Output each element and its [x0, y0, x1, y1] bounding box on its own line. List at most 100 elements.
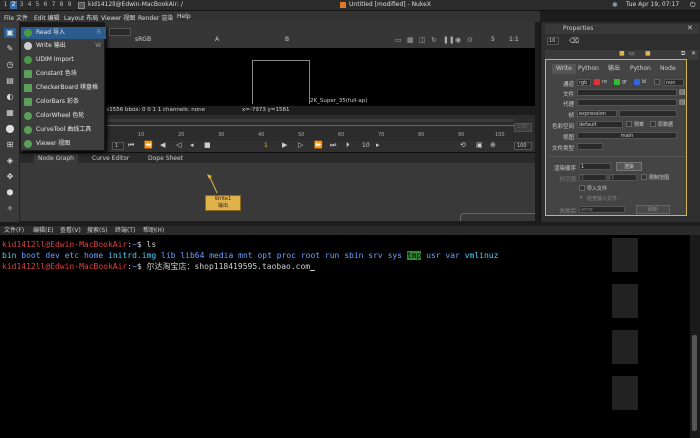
- keyer-nodes-icon[interactable]: ⬤: [4, 124, 16, 134]
- workspace-6[interactable]: 6: [42, 1, 49, 9]
- zebra-icon[interactable]: ▦: [407, 36, 414, 44]
- refresh-icon[interactable]: ↻: [431, 36, 437, 44]
- terminal-menu-view[interactable]: 查看(V): [60, 226, 81, 235]
- alpha-channel-checkbox[interactable]: [654, 79, 660, 85]
- view-dropdown[interactable]: main: [577, 132, 677, 139]
- check-file-checkbox[interactable]: ✕: [579, 195, 583, 201]
- read-file-checkbox[interactable]: [579, 185, 585, 191]
- workspace-4[interactable]: 4: [26, 1, 33, 9]
- limit-range-checkbox[interactable]: [641, 174, 647, 180]
- timeline-track[interactable]: [106, 119, 514, 122]
- workspace-9[interactable]: 9: [66, 1, 73, 9]
- tab-python[interactable]: Python: [574, 64, 603, 74]
- node-color-icon[interactable]: ■: [619, 50, 625, 57]
- terminal-output[interactable]: kid1412ll@Edwin-MacBookAir:~$ ls bin boo…: [0, 235, 690, 438]
- range-start-field[interactable]: 1: [579, 174, 607, 181]
- menu-render[interactable]: Render 渲染: [138, 13, 173, 22]
- frame-end-field[interactable]: 100: [514, 142, 532, 150]
- alpha-channel-dropdown[interactable]: non: [664, 79, 684, 86]
- channel-nodes-icon[interactable]: ▤: [4, 76, 16, 86]
- 3d-nodes-icon[interactable]: ⬢: [4, 188, 16, 198]
- menu-file[interactable]: File 文件: [4, 13, 28, 22]
- workspace-5[interactable]: 5: [34, 1, 41, 9]
- terminal-window-label[interactable]: kid1412ll@Edwin-MacBookAir: /: [88, 1, 183, 8]
- menu-viewer[interactable]: Viewer 视图: [101, 13, 135, 22]
- merge-nodes-icon[interactable]: ⊞: [4, 140, 16, 150]
- transform-nodes-icon[interactable]: ✥: [4, 172, 16, 182]
- pause-icon[interactable]: ❚❚: [443, 36, 455, 44]
- node-graph-canvas[interactable]: [20, 163, 535, 221]
- flipbook-icon[interactable]: ⊕: [490, 141, 496, 149]
- zoom-dropdown[interactable]: 1:1: [509, 36, 519, 43]
- colorspace-dropdown[interactable]: sRGB: [135, 36, 151, 43]
- premult-checkbox[interactable]: [626, 121, 632, 127]
- workspace-8[interactable]: 8: [58, 1, 65, 9]
- menu-item-colorwheel[interactable]: ColorWheel 色轮: [21, 110, 106, 122]
- node-color2-icon[interactable]: ■: [645, 50, 651, 57]
- terminal-menu-file[interactable]: 文件(F): [4, 226, 24, 235]
- fps-field[interactable]: 5: [491, 36, 495, 43]
- step-field[interactable]: 10: [362, 142, 370, 149]
- color-nodes-icon[interactable]: ◐: [4, 92, 16, 102]
- roi-icon[interactable]: ▭: [395, 36, 402, 44]
- menu-help[interactable]: Help: [177, 13, 191, 20]
- terminal-menu-edit[interactable]: 编辑(E): [33, 226, 53, 235]
- frame-expression-field[interactable]: [619, 110, 677, 117]
- clip-icon[interactable]: ◫: [419, 36, 426, 44]
- bluetooth-icon[interactable]: ✱: [612, 1, 618, 9]
- terminal-menu-help[interactable]: 帮助(H): [143, 226, 164, 235]
- float-icon[interactable]: ⧉: [681, 50, 685, 58]
- menu-item-curvetool[interactable]: CurveTool 曲线工具: [21, 124, 106, 136]
- menu-item-read[interactable]: Read 导入 R: [21, 27, 106, 39]
- workspace-2[interactable]: 2: [10, 1, 17, 9]
- menu-edit[interactable]: Edit 编辑: [34, 13, 60, 22]
- menu-item-checkerboard[interactable]: CheckerBoard 棋盘格: [21, 82, 106, 94]
- play-forward-icon[interactable]: ▶: [282, 141, 287, 149]
- layers-nodes-icon[interactable]: ◈: [4, 156, 16, 166]
- error-dropdown[interactable]: error: [579, 206, 625, 213]
- menu-item-constant[interactable]: Constant 色块: [21, 68, 106, 80]
- green-channel-checkbox[interactable]: [614, 79, 620, 85]
- node-name-field[interactable]: ▭: [629, 50, 635, 57]
- render-button[interactable]: 渲染: [616, 162, 642, 171]
- render-order-field[interactable]: 1: [579, 163, 611, 170]
- play-backward-icon[interactable]: ◁: [176, 141, 181, 149]
- channel-a-dropdown[interactable]: A: [215, 36, 219, 43]
- tab-node[interactable]: Node: [656, 64, 680, 74]
- terminal-menu-terminal[interactable]: 终端(T): [115, 226, 135, 235]
- red-channel-checkbox[interactable]: [594, 79, 600, 85]
- max-panels-field[interactable]: 10: [547, 37, 559, 45]
- range-end-field[interactable]: 1: [609, 174, 637, 181]
- next-key-icon[interactable]: ⏩: [314, 141, 323, 149]
- prev-key-icon[interactable]: ⏪: [144, 141, 153, 149]
- menu-item-viewer[interactable]: Viewer 视图: [21, 138, 106, 150]
- workspace-1[interactable]: 1: [2, 1, 9, 9]
- skip-icon[interactable]: ⏵: [346, 141, 350, 150]
- tab-output[interactable]: 输出: [604, 64, 624, 74]
- other-nodes-icon[interactable]: ✧: [4, 204, 16, 214]
- menu-item-write[interactable]: Write 输出 W: [21, 40, 106, 52]
- lock-icon[interactable]: ⊙: [467, 36, 473, 44]
- image-nodes-icon[interactable]: ▣: [4, 28, 16, 38]
- blue-channel-checkbox[interactable]: [634, 79, 640, 85]
- current-frame-field[interactable]: 1: [264, 142, 268, 149]
- channel-b-dropdown[interactable]: B: [285, 36, 289, 43]
- reload-button[interactable]: 刷新: [636, 205, 670, 214]
- last-frame-icon[interactable]: ⏭: [330, 141, 336, 150]
- node-close-icon[interactable]: ✕: [691, 50, 696, 57]
- workspace-3[interactable]: 3: [18, 1, 25, 9]
- write-node[interactable]: Write1 输出: [205, 195, 241, 211]
- terminal-scrollbar[interactable]: [690, 235, 700, 438]
- clear-panels-icon[interactable]: ⌫: [569, 37, 579, 45]
- proxy-field[interactable]: [577, 99, 677, 106]
- scrollbar-thumb[interactable]: [692, 335, 697, 431]
- file-field[interactable]: [577, 89, 677, 96]
- stop-icon[interactable]: ■: [204, 141, 211, 149]
- prev-step-icon[interactable]: ◂: [190, 141, 194, 149]
- filter-nodes-icon[interactable]: ▦: [4, 108, 16, 118]
- next-frame-icon[interactable]: ▷: [298, 141, 303, 149]
- first-frame-icon[interactable]: ⏮: [128, 141, 134, 150]
- menu-layout[interactable]: Layout 布局: [64, 13, 98, 22]
- proxy-folder-icon[interactable]: ▤: [679, 98, 686, 106]
- tab-python-2[interactable]: Python: [626, 64, 655, 74]
